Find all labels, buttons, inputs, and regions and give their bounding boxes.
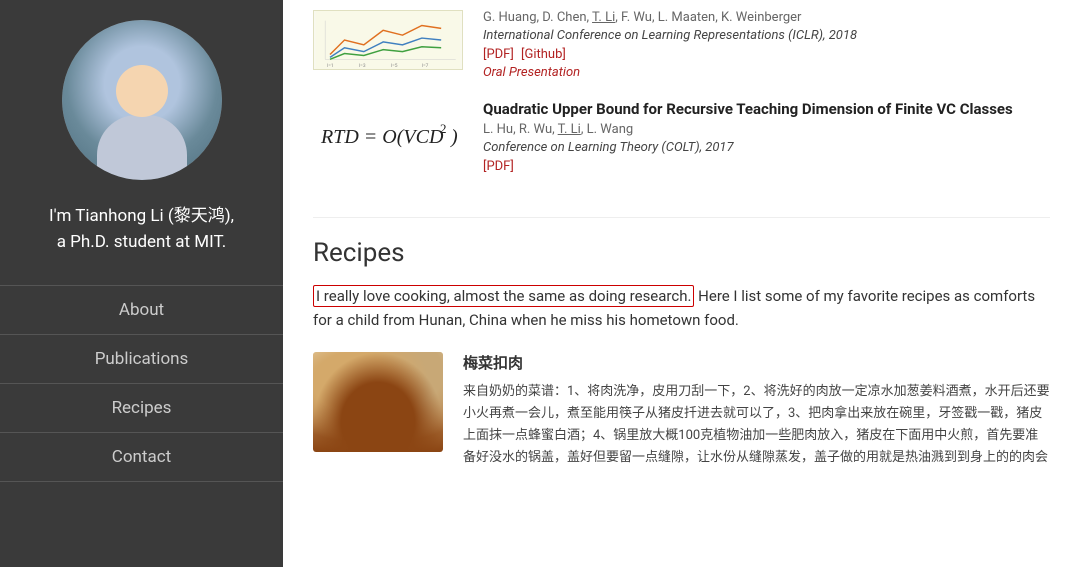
pub-authors-1: G. Huang, D. Chen, T. Li, F. Wu, L. Maat…: [483, 10, 1050, 25]
pub-formula-image: RTD = O(VCD 2 ): [313, 100, 463, 170]
sidebar-nav: About Publications Recipes Contact: [0, 285, 283, 482]
recipe-description-1: 来自奶奶的菜谱：1、将肉洗净，皮用刀刮一下，2、将洗好的肉放一定凉水加葱姜料酒煮…: [463, 381, 1050, 471]
recipes-intro-highlight: I really love cooking, almost the same a…: [313, 285, 694, 307]
recipes-section: Recipes I really love cooking, almost th…: [313, 218, 1050, 471]
svg-text:2: 2: [440, 121, 447, 136]
sidebar-item-contact[interactable]: Contact: [0, 432, 283, 482]
publications-section: l=1 l=3 l=5 l=7 G. Huang, D. Chen, T. Li…: [313, 0, 1050, 218]
svg-text:l=1: l=1: [327, 63, 334, 69]
pub-pdf-link-2[interactable]: [PDF]: [483, 159, 514, 174]
pub-pdf-link-1[interactable]: [PDF]: [483, 47, 514, 62]
pub-entry-1: l=1 l=3 l=5 l=7 G. Huang, D. Chen, T. Li…: [313, 10, 1050, 80]
sidebar: I'm Tianhong Li (黎天鸿), a Ph.D. student a…: [0, 0, 283, 567]
svg-text:l=3: l=3: [359, 63, 366, 69]
pub-info-1: G. Huang, D. Chen, T. Li, F. Wu, L. Maat…: [483, 10, 1050, 80]
pub-venue-2: Conference on Learning Theory (COLT), 20…: [483, 140, 1050, 155]
recipes-intro: I really love cooking, almost the same a…: [313, 284, 1050, 332]
recipe-name-1: 梅菜扣肉: [463, 352, 1050, 373]
sidebar-item-about[interactable]: About: [0, 285, 283, 334]
svg-text:l=5: l=5: [391, 63, 398, 69]
user-name: I'm Tianhong Li (黎天鸿), a Ph.D. student a…: [39, 204, 244, 255]
svg-text:RTD = O(VCD: RTD = O(VCD: [320, 126, 444, 148]
svg-text:l=7: l=7: [422, 63, 429, 69]
oral-badge-1: Oral Presentation: [483, 65, 1050, 80]
sidebar-item-recipes[interactable]: Recipes: [0, 383, 283, 432]
pub-links-2[interactable]: [PDF]: [483, 159, 1050, 174]
pub-info-2: Quadratic Upper Bound for Recursive Teac…: [483, 100, 1050, 177]
pub-authors-2: L. Hu, R. Wu, T. Li, L. Wang: [483, 122, 1050, 137]
sidebar-item-publications[interactable]: Publications: [0, 334, 283, 383]
recipes-heading: Recipes: [313, 238, 1050, 268]
avatar: [62, 20, 222, 180]
pub-venue-1: International Conference on Learning Rep…: [483, 28, 1050, 43]
pub-links-1[interactable]: [PDF] [Github]: [483, 47, 1050, 62]
main-content: l=1 l=3 l=5 l=7 G. Huang, D. Chen, T. Li…: [283, 0, 1080, 567]
pub-title-2: Quadratic Upper Bound for Recursive Teac…: [483, 100, 1050, 118]
pub-github-link-1[interactable]: [Github]: [521, 47, 566, 62]
recipe-card-1: 梅菜扣肉 来自奶奶的菜谱：1、将肉洗净，皮用刀刮一下，2、将洗好的肉放一定凉水加…: [313, 352, 1050, 471]
recipe-text-1: 梅菜扣肉 来自奶奶的菜谱：1、将肉洗净，皮用刀刮一下，2、将洗好的肉放一定凉水加…: [463, 352, 1050, 471]
recipe-image-1: [313, 352, 443, 452]
pub-graph-image: l=1 l=3 l=5 l=7: [313, 10, 463, 70]
svg-text:): ): [450, 126, 458, 148]
pub-entry-2: RTD = O(VCD 2 ) Quadratic Upper Bound fo…: [313, 100, 1050, 177]
